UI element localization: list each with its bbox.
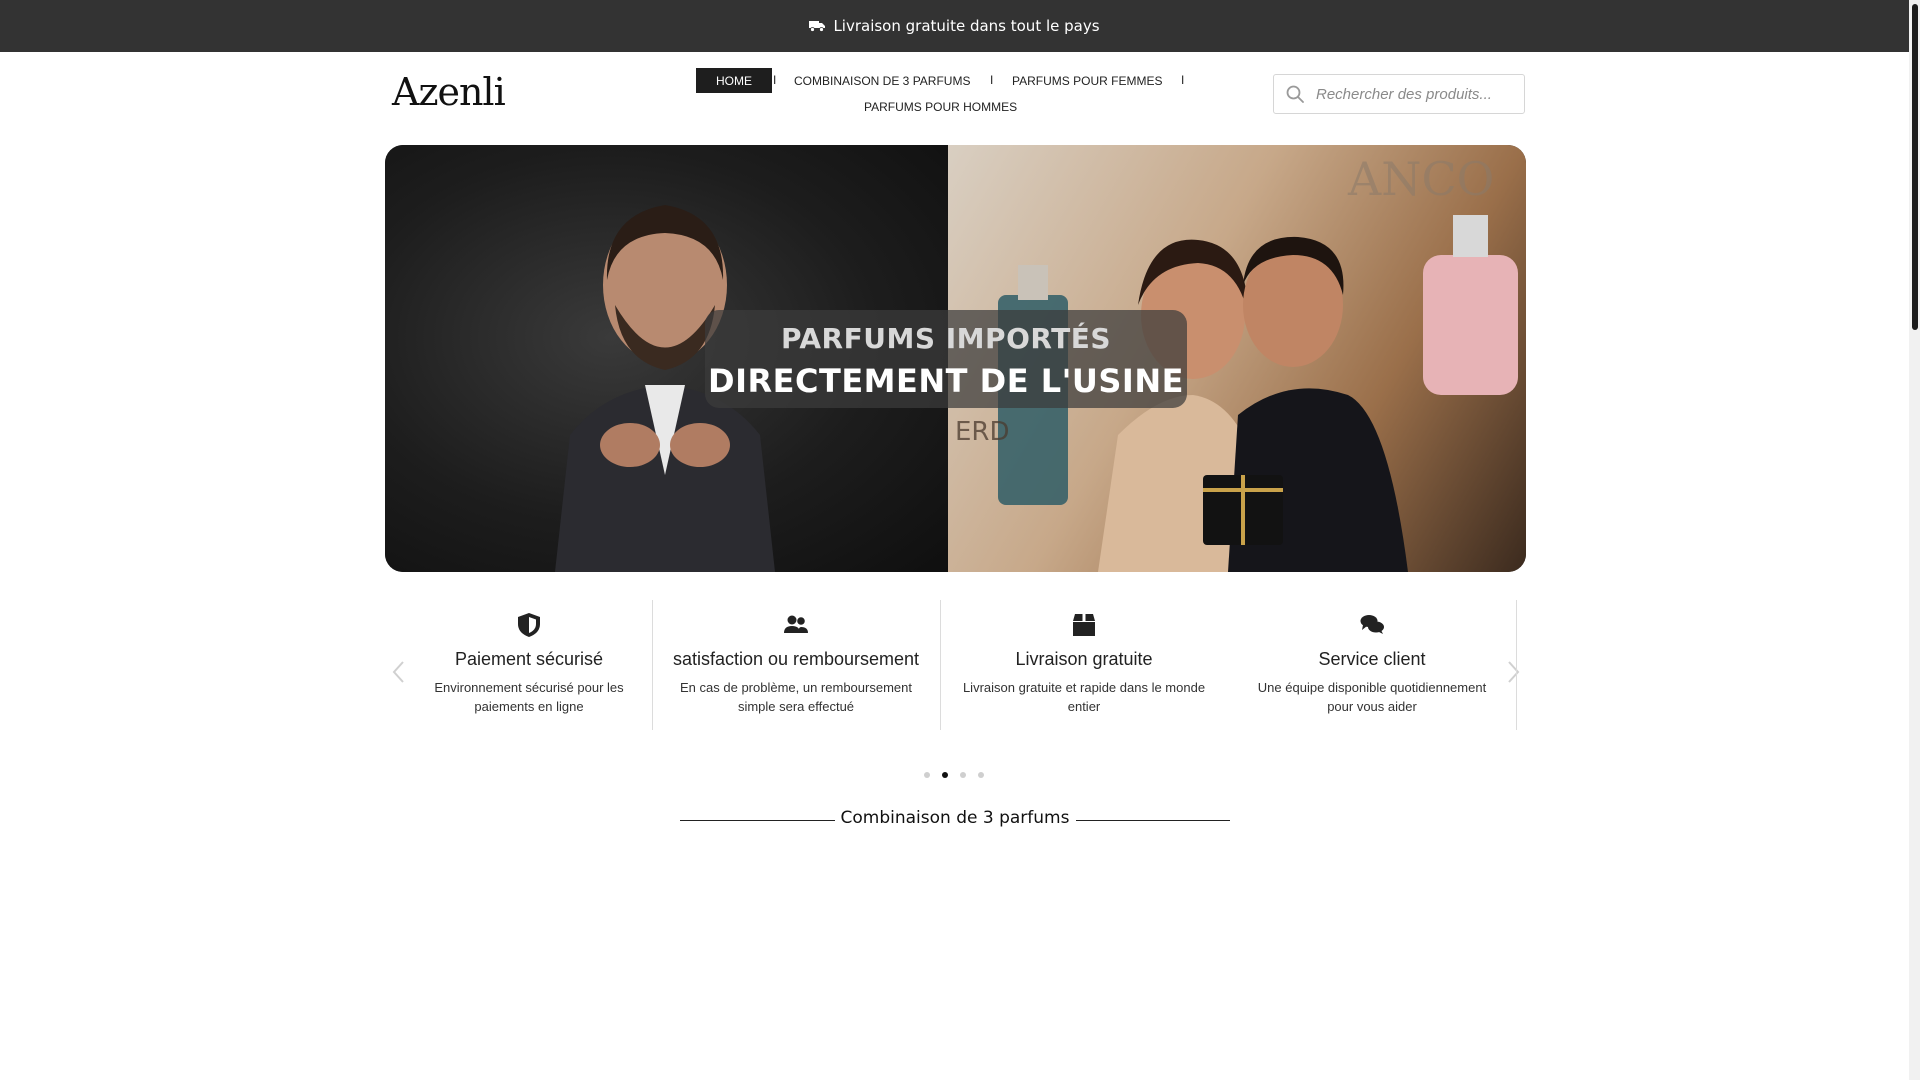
bottle-label-erd: ERD — [955, 417, 1010, 447]
heading-rule-right — [1076, 820, 1230, 821]
box-icon — [1073, 614, 1095, 636]
feature-desc: Environnement sécurisé pour les paiement… — [434, 680, 624, 714]
feature-paiement: Paiement sécurisé Environnement sécurisé… — [385, 600, 673, 750]
nav-separator: I — [1181, 73, 1185, 87]
scrollbar-thumb[interactable] — [1912, 4, 1918, 330]
feature-divider — [1516, 600, 1517, 730]
shield-icon — [518, 613, 540, 637]
feature-title: satisfaction ou remboursement — [672, 649, 920, 669]
hero-text-banner: PARFUMS IMPORTÉS DIRECTEMENT DE L'USINE — [705, 310, 1187, 408]
bottle-label-anco: ANCO — [1347, 152, 1494, 206]
search-icon[interactable] — [1286, 85, 1304, 103]
section-heading: Combinaison de 3 parfums — [680, 808, 1230, 832]
announcement-text: Livraison gratuite dans tout le pays — [833, 17, 1100, 35]
feature-desc: En cas de problème, un remboursement sim… — [680, 680, 912, 714]
features-carousel: Paiement sécurisé Environnement sécurisé… — [385, 600, 1526, 750]
feature-desc: Livraison gratuite et rapide dans le mon… — [962, 680, 1206, 714]
nav-combinaison[interactable]: COMBINAISON DE 3 PARFUMS — [794, 74, 970, 88]
search-input[interactable] — [1314, 84, 1518, 104]
hero-banner-image[interactable]: ANCO PARFUMS IMPORTÉS DIRECTEMENT DE L'U… — [385, 145, 1526, 572]
nav-separator: I — [990, 73, 994, 87]
hero-headline-line2: DIRECTEMENT DE L'USINE — [708, 362, 1184, 400]
feature-livraison: Livraison gratuite Livraison gratuite et… — [940, 600, 1228, 750]
carousel-dot-active[interactable] — [942, 772, 948, 778]
carousel-dot[interactable] — [978, 772, 984, 778]
nav-home[interactable]: HOME — [696, 68, 772, 93]
main-nav: HOME I COMBINAISON DE 3 PARFUMS I PARFUM… — [696, 68, 1196, 128]
carousel-dot[interactable] — [924, 772, 930, 778]
feature-title: Paiement sécurisé — [454, 649, 604, 669]
hero-headline-line1: PARFUMS IMPORTÉS — [780, 322, 1112, 355]
feature-remboursement: satisfaction ou remboursement En cas de … — [652, 600, 940, 750]
product-search[interactable] — [1273, 74, 1525, 114]
site-logo[interactable]: Azenli — [392, 70, 506, 114]
section-title-text: Combinaison de 3 parfums — [840, 808, 1070, 828]
feature-title: Livraison gratuite — [1015, 649, 1153, 669]
feature-service: Service client Une équipe disponible quo… — [1228, 600, 1516, 750]
feature-desc: Une équipe disponible quotidiennement po… — [1257, 680, 1487, 714]
page-scrollbar[interactable] — [1909, 0, 1920, 1080]
feature-title: Service client — [1318, 649, 1426, 669]
announcement-bar: Livraison gratuite dans tout le pays — [0, 0, 1909, 52]
users-icon — [784, 615, 808, 633]
nav-femmes[interactable]: PARFUMS POUR FEMMES — [1012, 74, 1162, 88]
carousel-dot[interactable] — [960, 772, 966, 778]
nav-separator: I — [773, 73, 777, 87]
truck-icon — [809, 21, 826, 32]
chat-icon — [1360, 615, 1384, 634]
nav-hommes[interactable]: PARFUMS POUR HOMMES — [864, 100, 1017, 114]
